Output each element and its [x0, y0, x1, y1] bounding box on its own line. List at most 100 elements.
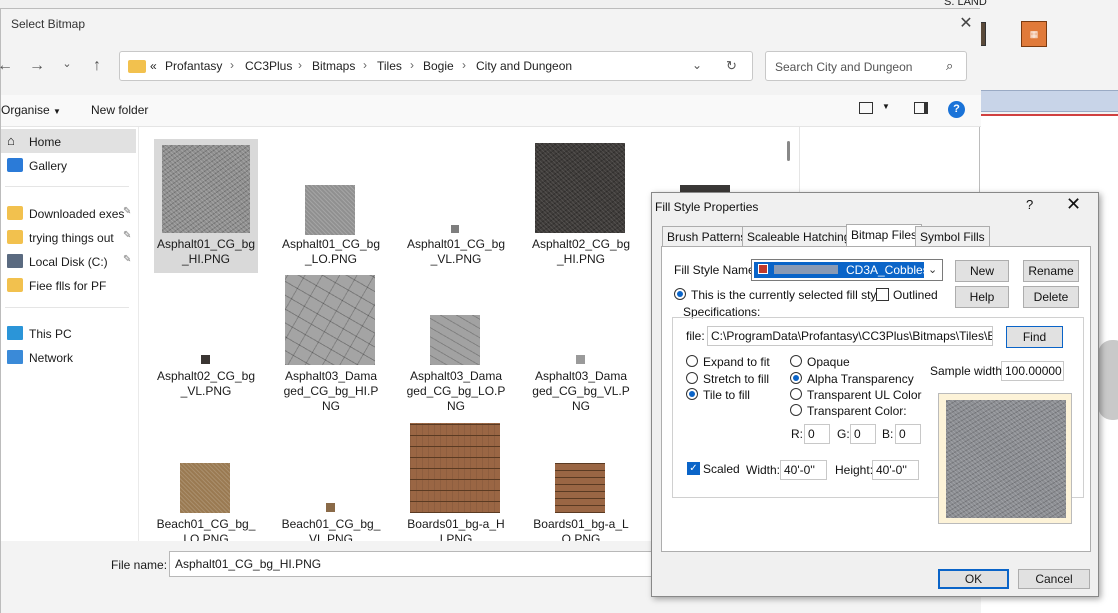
breadcrumb-cc3plus[interactable]: CC3Plus — [245, 59, 292, 73]
pin-icon[interactable]: ✎ — [123, 206, 131, 217]
file-item-boards01-hi[interactable]: Boards01_bg-a_H I.PNG — [404, 419, 508, 553]
preview-pane-icon[interactable] — [914, 102, 928, 114]
file-name-line: _LO.PNG — [304, 252, 358, 266]
sidebar-item-label: trying things out — [29, 231, 114, 245]
expand-to-fit-radio[interactable] — [686, 355, 698, 367]
fill-style-swatch-icon — [758, 264, 768, 274]
file-item-beach01-lo[interactable]: Beach01_CG_bg_ LO.PNG — [154, 419, 258, 553]
breadcrumb-profantasy[interactable]: Profantasy — [165, 59, 222, 73]
search-input[interactable]: Search City and Dungeon ⌕ — [765, 51, 967, 81]
file-item-asphalt03-lo[interactable]: Asphalt03_Dama ged_CG_bg_LO.P NG — [404, 273, 508, 413]
file-item-beach01-vl[interactable]: Beach01_CG_bg_ VL.PNG — [279, 419, 383, 553]
new-folder-button[interactable]: New folder — [91, 103, 148, 117]
chevron-down-icon[interactable]: ⌄ — [928, 263, 937, 276]
view-options-icon[interactable] — [859, 102, 873, 114]
chevron-down-icon[interactable]: ▼ — [882, 102, 890, 111]
refresh-icon[interactable]: ↻ — [726, 58, 737, 74]
search-icon[interactable]: ⌕ — [946, 58, 953, 74]
close-icon[interactable]: ✕ — [957, 13, 975, 33]
file-path-field[interactable]: C:\ProgramData\Profantasy\CC3Plus\Bitmap… — [707, 326, 993, 346]
rename-button[interactable]: Rename — [1023, 260, 1079, 282]
scrollbar-thumb[interactable] — [787, 141, 790, 161]
fill-style-name-dropdown[interactable]: CD3A_Cobbles ⌄ — [751, 259, 943, 281]
breadcrumb-city-and-dungeon[interactable]: City and Dungeon — [476, 59, 572, 73]
file-name-input[interactable]: Asphalt01_CG_bg_HI.PNG — [169, 551, 659, 577]
sample-width-label: Sample width: — [930, 364, 1006, 378]
redacted-text — [774, 265, 838, 274]
width-field[interactable]: 40'-0'' — [780, 460, 827, 480]
toolbar-tool-icon[interactable]: ▦ — [1021, 21, 1047, 47]
stretch-to-fill-radio[interactable] — [686, 372, 698, 384]
ok-button[interactable]: OK — [938, 569, 1009, 589]
help-button[interactable]: Help — [955, 286, 1009, 308]
organise-menu[interactable]: Organise ▼ — [1, 103, 61, 117]
sidebar-item-this-pc[interactable]: This PC — [5, 323, 135, 345]
background-app-title: S. LAND — [944, 0, 987, 8]
sidebar-item-gallery[interactable]: Gallery — [5, 155, 135, 177]
cancel-button[interactable]: Cancel — [1018, 569, 1090, 589]
back-arrow-icon[interactable]: ← — [0, 57, 15, 75]
delete-button[interactable]: Delete — [1023, 286, 1079, 308]
tab-scaleable-hatching[interactable]: Scaleable Hatching — [742, 226, 856, 246]
currently-selected-radio[interactable] — [674, 288, 686, 300]
sidebar-item-home[interactable]: ⌂ Home — [5, 131, 135, 153]
sidebar-item-fiee-flls-for-pf[interactable]: Fiee flls for PF — [5, 275, 135, 297]
transparent-ul-color-radio[interactable] — [790, 388, 802, 400]
file-name-line: ged_CG_bg_LO.P — [406, 384, 506, 398]
tile-to-fill-radio[interactable] — [686, 388, 698, 400]
sidebar-item-local-disk[interactable]: Local Disk (C:) ✎ — [5, 251, 135, 273]
pin-icon[interactable]: ✎ — [123, 230, 131, 241]
tab-brush-patterns[interactable]: Brush Patterns — [662, 226, 752, 246]
file-name-line: Boards01_bg-a_H — [407, 517, 505, 531]
sidebar-item-trying-things-out[interactable]: trying things out ✎ — [5, 227, 135, 249]
sidebar-item-label: Fiee flls for PF — [29, 279, 107, 293]
command-bar: Organise ▼ New folder ▼ ? — [1, 95, 981, 127]
b-value-field[interactable]: 0 — [895, 424, 921, 444]
chevron-right-icon: › — [410, 58, 414, 72]
r-value-field[interactable]: 0 — [804, 424, 830, 444]
address-dropdown-chevron-icon[interactable]: ⌄ — [692, 58, 702, 72]
file-item-asphalt01-lo[interactable]: Asphalt01_CG_bg _LO.PNG — [279, 139, 383, 273]
find-button[interactable]: Find — [1006, 326, 1063, 348]
thumbnail-image — [305, 185, 355, 235]
breadcrumb-bogie[interactable]: Bogie — [423, 59, 454, 73]
sample-width-field[interactable]: 100.00000 — [1001, 361, 1064, 381]
transparent-color-radio[interactable] — [790, 404, 802, 416]
thumbnail-image — [162, 145, 250, 233]
sidebar-item-network[interactable]: Network — [5, 347, 135, 369]
tab-bitmap-files[interactable]: Bitmap Files — [846, 224, 923, 247]
up-arrow-icon[interactable]: ↑ — [87, 57, 107, 75]
alpha-transparency-radio[interactable] — [790, 372, 802, 384]
r-label: R: — [791, 427, 803, 441]
help-icon[interactable]: ? — [1026, 197, 1033, 212]
help-icon[interactable]: ? — [948, 101, 965, 118]
sidebar-item-downloaded-exes[interactable]: Downloaded exes ✎ — [5, 203, 135, 225]
file-name-line: Asphalt03_Dama — [409, 369, 503, 383]
breadcrumb-overflow[interactable]: « — [150, 59, 157, 73]
breadcrumb-bitmaps[interactable]: Bitmaps — [312, 59, 355, 73]
tab-symbol-fills[interactable]: Symbol Fills — [915, 226, 990, 246]
file-item-asphalt03-hi[interactable]: Asphalt03_Dama ged_CG_bg_HI.P NG — [279, 273, 383, 413]
file-item-asphalt03-vl[interactable]: Asphalt03_Dama ged_CG_bg_VL.P NG — [529, 273, 633, 413]
address-bar[interactable]: « Profantasy › CC3Plus › Bitmaps › Tiles… — [119, 51, 753, 81]
close-icon[interactable]: ✕ — [1066, 194, 1081, 215]
height-field[interactable]: 40'-0'' — [872, 460, 919, 480]
opaque-radio[interactable] — [790, 355, 802, 367]
network-icon — [7, 350, 23, 364]
outlined-checkbox[interactable] — [876, 288, 889, 301]
file-item-boards01-lo[interactable]: Boards01_bg-a_L O.PNG — [529, 419, 633, 553]
recent-locations-chevron-icon[interactable]: ⌄ — [57, 57, 77, 70]
g-value-field[interactable]: 0 — [850, 424, 876, 444]
file-item-asphalt01-hi[interactable]: Asphalt01_CG_bg _HI.PNG — [154, 139, 258, 273]
scaled-checkbox[interactable]: ✓ — [687, 462, 700, 475]
width-label: Width: — [746, 463, 781, 477]
forward-arrow-icon[interactable]: → — [27, 57, 47, 75]
file-item-asphalt02-hi[interactable]: Asphalt02_CG_bg _HI.PNG — [529, 139, 633, 273]
navigation-pane: ⌂ Home Gallery Downloaded exes ✎ trying … — [1, 127, 139, 541]
breadcrumb-tiles[interactable]: Tiles — [377, 59, 402, 73]
file-item-asphalt01-vl[interactable]: Asphalt01_CG_bg _VL.PNG — [404, 139, 508, 273]
new-button[interactable]: New — [955, 260, 1009, 282]
divider — [5, 186, 129, 187]
pin-icon[interactable]: ✎ — [123, 254, 131, 265]
file-item-asphalt02-vl[interactable]: Asphalt02_CG_bg _VL.PNG — [154, 273, 258, 407]
